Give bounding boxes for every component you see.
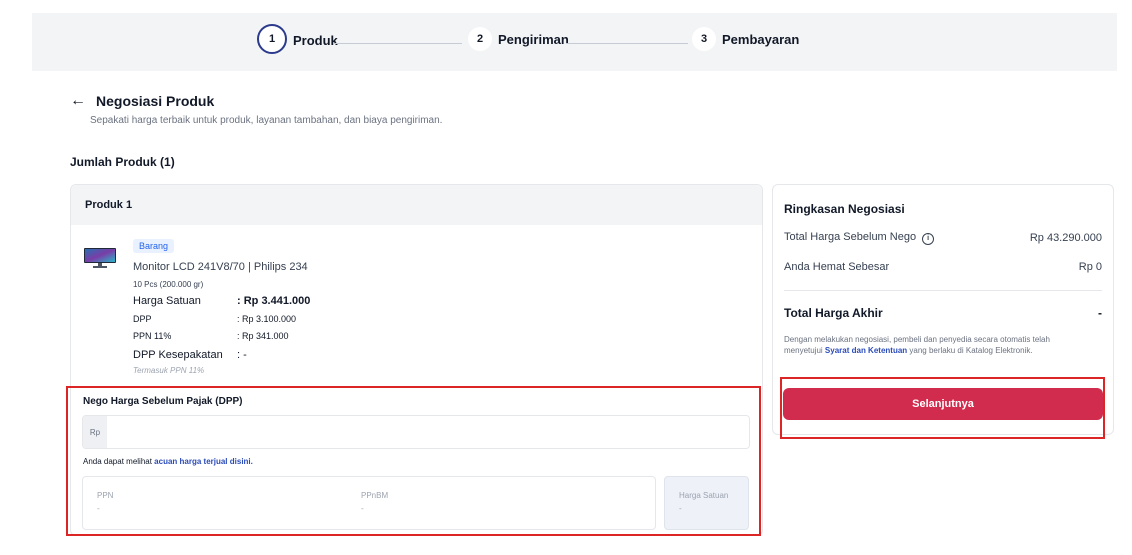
dpp-label: DPP: [133, 314, 152, 324]
page-header: ← Negosiasi Produk: [70, 92, 214, 110]
terms-link[interactable]: Syarat dan Ketentuan: [825, 346, 907, 355]
savings-row: Anda Hemat Sebesar Rp 0: [784, 261, 1102, 273]
terms-notice: Dengan melakukan negosiasi, pembeli dan …: [784, 334, 1089, 356]
ppn-label: PPN 11%: [133, 331, 172, 341]
savings-value: Rp 0: [1078, 261, 1102, 273]
total-before-nego-label: Total Harga Sebelum Nego: [784, 231, 917, 243]
ppn-field-label: PPN: [97, 491, 114, 500]
step-number: 2: [468, 27, 492, 51]
monitor-product-image: [84, 248, 116, 268]
dpp-agreed-row: DPP Kesepakatan : -: [133, 349, 247, 361]
dpp-agreed-label: DPP Kesepakatan: [133, 349, 223, 361]
product-card-title: Produk 1: [71, 185, 762, 225]
tax-breakdown-box: PPN - PPnBM -: [82, 476, 656, 530]
hint-text: Anda dapat melihat: [83, 457, 155, 466]
price-reference-link[interactable]: acuan harga terjual disini.: [154, 457, 253, 466]
ppnbm-field-label: PPnBM: [361, 491, 389, 500]
unit-price-result-value: -: [679, 504, 682, 513]
step-pembayaran[interactable]: 3 Pembayaran: [692, 27, 799, 51]
terms-text-post: yang berlaku di Katalog Elektronik.: [907, 346, 1033, 355]
back-arrow-icon[interactable]: ←: [70, 92, 86, 110]
dpp-agreed-value: : -: [237, 349, 247, 361]
unit-price-result-label: Harga Satuan: [679, 491, 729, 500]
unit-price-row: Harga Satuan : Rp 3.441.000: [133, 295, 310, 307]
ppn-value: : Rp 341.000: [237, 331, 289, 341]
page-subtitle: Sepakati harga terbaik untuk produk, lay…: [90, 115, 443, 126]
total-before-nego-row: Total Harga Sebelum Nego i Rp 43.290.000: [784, 231, 1102, 245]
nego-title: Nego Harga Sebelum Pajak (DPP): [83, 396, 243, 407]
negotiation-summary: Ringkasan Negosiasi Total Harga Sebelum …: [772, 184, 1114, 435]
unit-price-result-box: Harga Satuan -: [664, 476, 749, 530]
unit-price-label: Harga Satuan: [133, 295, 201, 307]
dpp-value: : Rp 3.100.000: [237, 314, 297, 324]
included-tax-note: Termasuk PPN 11%: [133, 366, 205, 375]
step-label: Pengiriman: [498, 31, 569, 47]
step-pengiriman[interactable]: 2 Pengiriman: [468, 27, 569, 51]
summary-divider: [784, 290, 1102, 291]
ppn-row: PPN 11% : Rp 341.000: [133, 331, 289, 341]
nego-price-field: Rp: [82, 415, 750, 449]
step-label: Produk: [293, 33, 338, 48]
product-type-badge: Barang: [133, 239, 175, 253]
step-produk[interactable]: 1 Produk: [257, 24, 338, 54]
total-before-nego-label-wrap: Total Harga Sebelum Nego i: [784, 231, 935, 245]
summary-title: Ringkasan Negosiasi: [784, 202, 905, 216]
nego-price-input[interactable]: [107, 416, 749, 448]
final-total-label: Total Harga Akhir: [784, 306, 883, 320]
ppn-field-value: -: [97, 504, 100, 513]
price-reference-hint: Anda dapat melihat acuan harga terjual d…: [83, 457, 253, 466]
product-quantity: 10 Pcs (200.000 gr): [133, 280, 204, 289]
product-count-title: Jumlah Produk (1): [70, 155, 175, 169]
total-before-nego-value: Rp 43.290.000: [1029, 232, 1102, 244]
step-connector: [334, 43, 462, 44]
dpp-row: DPP : Rp 3.100.000: [133, 314, 296, 324]
info-icon[interactable]: i: [922, 233, 935, 245]
product-name: Monitor LCD 241V8/70 | Philips 234: [133, 261, 308, 273]
final-total-value: -: [1098, 306, 1102, 320]
ppnbm-field-value: -: [361, 504, 364, 513]
step-connector: [566, 43, 688, 44]
currency-prefix: Rp: [83, 416, 107, 448]
step-number: 3: [692, 27, 716, 51]
final-total-row: Total Harga Akhir -: [784, 306, 1102, 320]
step-number: 1: [257, 24, 287, 54]
step-label: Pembayaran: [722, 31, 800, 47]
product-card: Produk 1 Barang Monitor LCD 241V8/70 | P…: [70, 184, 763, 536]
next-button[interactable]: Selanjutnya: [783, 388, 1103, 420]
savings-label: Anda Hemat Sebesar: [784, 261, 890, 273]
checkout-stepper: 1 Produk 2 Pengiriman 3 Pembayaran: [32, 13, 1117, 71]
page-title: Negosiasi Produk: [96, 93, 215, 109]
unit-price-value: : Rp 3.441.000: [237, 295, 311, 307]
